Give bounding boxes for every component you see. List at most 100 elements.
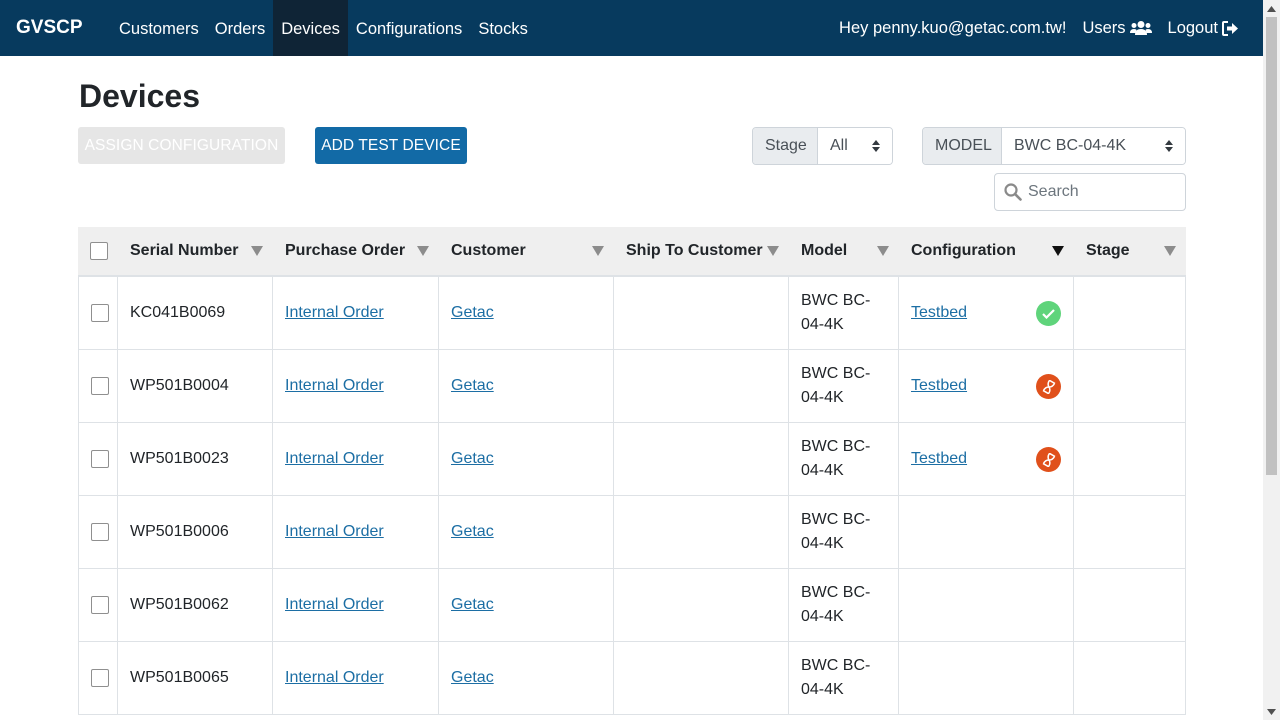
table-row: KC041B0069 Internal Order Getac BWC BC-0… [78,277,1186,350]
column-label: Model [801,242,848,259]
sort-arrow-icon[interactable] [877,246,889,256]
column-header-customer[interactable]: Customer [439,227,614,275]
nav-right: Hey penny.kuo@getac.com.tw! Users Logout [823,0,1239,56]
row-checkbox[interactable] [91,523,109,541]
customer-link[interactable]: Getac [451,596,494,614]
purchase-order-link[interactable]: Internal Order [285,377,384,395]
nav-link-devices[interactable]: Devices [273,0,348,56]
configuration-link[interactable]: Testbed [911,304,967,322]
configuration-cell: Testbed [899,350,1074,422]
model-text: BWC BC-04-4K [801,657,871,698]
sort-arrow-icon[interactable] [1164,246,1176,256]
serial-cell: WP501B0065 [118,642,273,714]
stage-cell [1074,277,1186,349]
column-label: Serial Number [130,242,239,259]
ship-to-cell [614,642,789,714]
table-row: WP501B0023 Internal Order Getac BWC BC-0… [78,423,1186,496]
customer-link[interactable]: Getac [451,669,494,687]
scroll-up-arrow-icon[interactable] [1263,0,1280,17]
stage-label: Stage [753,128,818,164]
sort-arrow-icon[interactable] [592,246,604,256]
table-row: WP501B0004 Internal Order Getac BWC BC-0… [78,350,1186,423]
scroll-down-arrow-icon[interactable] [1263,703,1280,720]
model-cell: BWC BC-04-4K [789,569,899,641]
row-select-cell [78,569,118,641]
purchase-order-link[interactable]: Internal Order [285,304,384,322]
ship-to-cell [614,496,789,568]
column-header-serial-number[interactable]: Serial Number [118,227,273,275]
serial-cell: KC041B0069 [118,277,273,349]
search-input[interactable] [1028,183,1178,201]
users-link[interactable]: Users [1082,18,1152,38]
assign-configuration-button[interactable]: ASSIGN CONFIGURATION [78,127,285,164]
check-icon [1036,301,1061,326]
scrollbar-thumb[interactable] [1266,17,1277,475]
customer-cell: Getac [439,277,614,349]
purchase-order-link[interactable]: Internal Order [285,596,384,614]
nav-links: Customers Orders Devices Configurations … [111,0,536,56]
stage-select[interactable]: All [818,128,892,164]
devices-table: Serial Number Purchase Order Customer Sh… [78,227,1186,715]
purchase-order-link[interactable]: Internal Order [285,450,384,468]
nav-link-customers[interactable]: Customers [111,0,207,56]
page-scrollbar[interactable] [1263,0,1280,720]
users-icon [1129,21,1152,35]
customer-link[interactable]: Getac [451,523,494,541]
configuration-link[interactable]: Testbed [911,450,967,468]
ship-to-cell [614,569,789,641]
nav-link-stocks[interactable]: Stocks [470,0,536,56]
add-test-device-button[interactable]: ADD TEST DEVICE [315,127,467,164]
row-checkbox[interactable] [91,596,109,614]
sort-arrow-icon[interactable] [251,246,263,256]
user-greeting: Hey penny.kuo@getac.com.tw! [839,18,1067,37]
column-header-purchase-order[interactable]: Purchase Order [273,227,439,275]
model-select-value: BWC BC-04-4K [1014,137,1127,154]
ship-to-cell [614,350,789,422]
stage-cell [1074,496,1186,568]
sort-arrow-icon[interactable] [417,246,429,256]
column-label: Configuration [911,242,1016,259]
customer-link[interactable]: Getac [451,304,494,322]
model-select[interactable]: BWC BC-04-4K [1002,128,1185,164]
row-select-cell [78,277,118,349]
serial-cell: WP501B0004 [118,350,273,422]
column-header-stage[interactable]: Stage [1074,227,1186,275]
customer-cell: Getac [439,350,614,422]
sort-arrow-icon[interactable] [1052,246,1064,256]
row-select-cell [78,496,118,568]
brand-logo[interactable]: GVSCP [16,17,103,39]
row-checkbox[interactable] [91,377,109,395]
column-header-model[interactable]: Model [789,227,899,275]
select-all-checkbox[interactable] [90,242,108,260]
stage-cell [1074,569,1186,641]
stage-cell [1074,642,1186,714]
sort-arrow-icon[interactable] [767,246,779,256]
model-cell: BWC BC-04-4K [789,277,899,349]
row-select-cell [78,423,118,495]
purchase-order-cell: Internal Order [273,423,439,495]
row-checkbox[interactable] [91,669,109,687]
customer-link[interactable]: Getac [451,377,494,395]
select-arrows-icon [872,140,880,152]
customer-link[interactable]: Getac [451,450,494,468]
model-text: BWC BC-04-4K [801,438,871,479]
serial-cell: WP501B0006 [118,496,273,568]
column-header-configuration[interactable]: Configuration [899,227,1074,275]
column-header-ship-to-customer[interactable]: Ship To Customer [614,227,789,275]
nav-link-configurations[interactable]: Configurations [348,0,470,56]
nav-link-orders[interactable]: Orders [207,0,273,56]
ship-to-cell [614,423,789,495]
logout-link[interactable]: Logout [1168,19,1239,38]
model-text: BWC BC-04-4K [801,365,871,406]
purchase-order-link[interactable]: Internal Order [285,523,384,541]
table-row: WP501B0065 Internal Order Getac BWC BC-0… [78,642,1186,715]
purchase-order-cell: Internal Order [273,569,439,641]
row-checkbox[interactable] [91,450,109,468]
row-checkbox[interactable] [91,304,109,322]
purchase-order-link[interactable]: Internal Order [285,669,384,687]
sign-out-icon [1222,20,1238,36]
purchase-order-cell: Internal Order [273,350,439,422]
configuration-link[interactable]: Testbed [911,377,967,395]
users-label: Users [1082,18,1126,37]
configuration-cell [899,496,1074,568]
